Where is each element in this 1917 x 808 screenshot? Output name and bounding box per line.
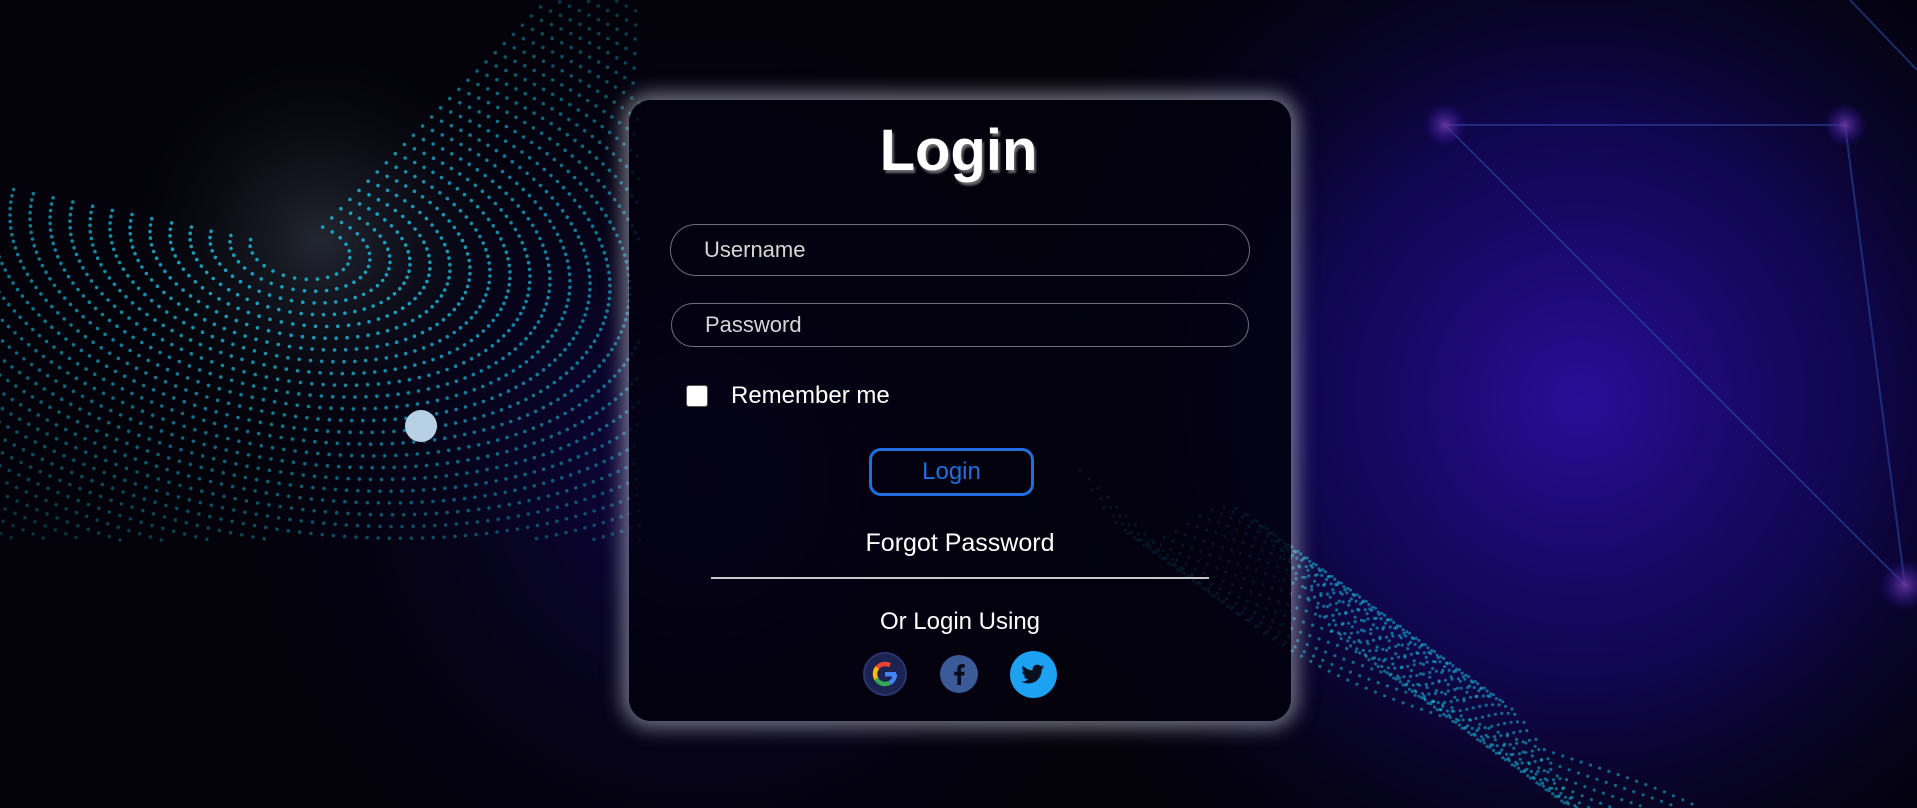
username-input[interactable] xyxy=(670,224,1250,276)
twitter-login-button[interactable] xyxy=(1010,651,1057,698)
page-title: Login xyxy=(879,118,1038,183)
facebook-icon xyxy=(940,655,978,693)
twitter-icon xyxy=(1010,651,1057,698)
facebook-login-button[interactable] xyxy=(940,655,978,693)
remember-me-label: Remember me xyxy=(731,382,890,409)
login-button[interactable]: Login xyxy=(869,448,1034,496)
divider xyxy=(711,577,1209,579)
password-input[interactable] xyxy=(671,303,1249,347)
remember-me-checkbox[interactable] xyxy=(686,385,708,407)
forgot-password-link[interactable]: Forgot Password xyxy=(629,528,1291,558)
google-icon xyxy=(863,652,907,696)
google-login-button[interactable] xyxy=(863,652,907,696)
or-login-using-label: Or Login Using xyxy=(879,608,1041,635)
